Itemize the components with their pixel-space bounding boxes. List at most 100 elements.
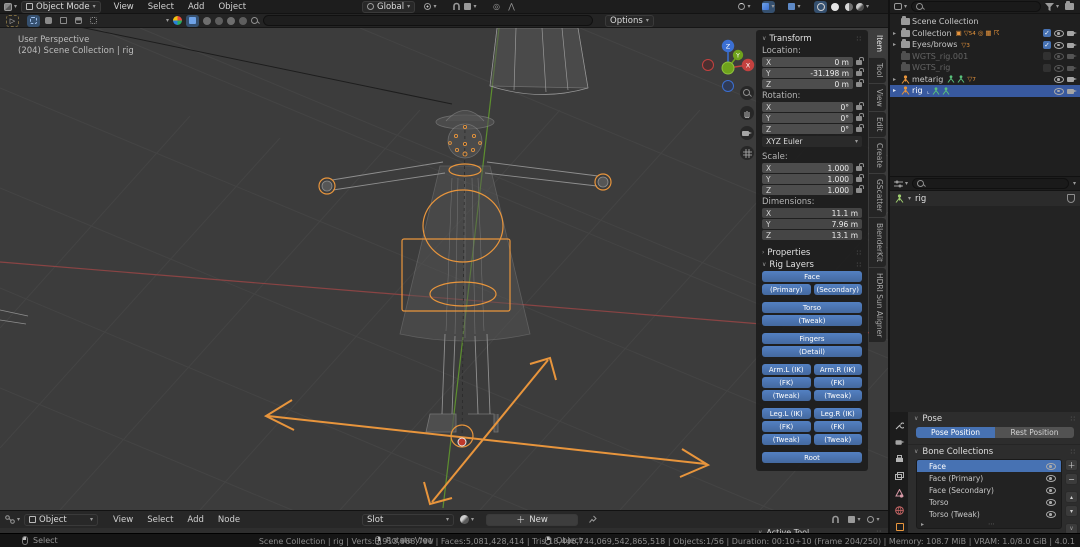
hide-eye-icon[interactable]: [1054, 52, 1064, 60]
rotation-y-field[interactable]: Y0°: [762, 113, 853, 123]
rig-layer-face-secondary[interactable]: (Secondary): [814, 284, 863, 295]
rig-layer-arm-l-fk[interactable]: (FK): [762, 377, 811, 388]
bone-collection-row-face-primary[interactable]: Face (Primary): [917, 472, 1061, 484]
show-gizmo-dropdown[interactable]: ▾: [738, 1, 751, 13]
rig-layer-leg-r-fk[interactable]: (FK): [814, 421, 863, 432]
select-tool-5[interactable]: [87, 15, 100, 27]
lock-icon[interactable]: [856, 177, 862, 182]
outliner-row-wgts-rig-001[interactable]: WGTS_rig.001: [890, 51, 1080, 63]
hide-eye-icon[interactable]: [1054, 29, 1064, 37]
outliner-row-metarig[interactable]: ▸ metarig ▽7: [890, 74, 1080, 86]
exclude-checkbox[interactable]: ✓: [1043, 41, 1051, 49]
disable-render-icon[interactable]: [1067, 64, 1077, 72]
perspective-toggle-button[interactable]: [740, 146, 754, 160]
rig-layer-arm-r-ik[interactable]: Arm.R (IK): [814, 364, 863, 375]
snap-toggle[interactable]: [450, 1, 463, 13]
rotation-x-field[interactable]: X0°: [762, 102, 853, 112]
new-material-button[interactable]: ＋ New: [486, 514, 578, 526]
exclude-checkbox[interactable]: [1043, 52, 1051, 60]
outliner-row-rig[interactable]: ▸ rig ⌞: [890, 85, 1080, 97]
bone-collection-row-torso-tweak[interactable]: Torso (Tweak): [917, 508, 1061, 520]
expand-arrow-icon[interactable]: ▸: [893, 87, 899, 94]
move-down-button[interactable]: ▾: [1065, 505, 1078, 517]
tab-world-props[interactable]: [891, 502, 908, 518]
shading-material-button[interactable]: [842, 1, 855, 13]
visibility-eye-icon[interactable]: [1046, 510, 1056, 518]
rig-layer-leg-l-ik[interactable]: Leg.L (IK): [762, 408, 811, 419]
lock-icon[interactable]: [856, 71, 862, 76]
active-tool-icon[interactable]: ▷: [6, 15, 19, 27]
pan-button[interactable]: [740, 106, 754, 120]
list-resize-grip[interactable]: ⋯: [988, 520, 996, 528]
visibility-eye-icon[interactable]: [1046, 498, 1056, 506]
tab-edit[interactable]: Edit: [869, 112, 886, 137]
bone-collection-row-face-secondary[interactable]: Face (Secondary): [917, 484, 1061, 496]
dim-z-field[interactable]: Z13.1 m: [762, 230, 862, 240]
properties-editor-dropdown[interactable]: ▾: [894, 178, 908, 190]
properties-panel-header[interactable]: ›Properties∷: [762, 247, 862, 259]
outliner-filter-dropdown[interactable]: ▾: [1045, 1, 1059, 13]
asset-brush-icon[interactable]: [215, 17, 223, 25]
lock-icon[interactable]: [856, 60, 862, 65]
rig-layer-arm-l-ik[interactable]: Arm.L (IK): [762, 364, 811, 375]
outliner-row-scene-collection[interactable]: Scene Collection: [890, 16, 1080, 28]
editor-type-dropdown[interactable]: ▾: [4, 1, 17, 13]
xray-toggle-dropdown[interactable]: ▾: [788, 1, 801, 13]
bone-collection-row-face[interactable]: Face: [917, 460, 1061, 472]
tab-hdri-sun-aligner[interactable]: HDRI Sun Aligner: [869, 268, 886, 342]
asset-material-icon[interactable]: [203, 17, 211, 25]
dim-x-field[interactable]: X11.1 m: [762, 208, 862, 218]
zoom-button[interactable]: [740, 86, 754, 100]
rig-layers-panel-header[interactable]: ∨Rig Layers∷: [762, 259, 862, 271]
disable-render-icon[interactable]: [1067, 29, 1077, 37]
proportional-editing-toggle[interactable]: ◎: [490, 1, 503, 13]
tab-view-layer-props[interactable]: [891, 468, 908, 484]
rig-layer-torso[interactable]: Torso: [762, 302, 862, 313]
asset-hdr-icon[interactable]: [227, 17, 235, 25]
scale-y-field[interactable]: Y1.000: [762, 174, 853, 184]
viewport-3d[interactable]: User Perspective (204) Scene Collection …: [0, 28, 888, 510]
navigation-gizmo[interactable]: Z Y X: [698, 34, 760, 92]
datablock-name[interactable]: rig: [915, 194, 926, 204]
node-menu-node[interactable]: Node: [211, 515, 247, 525]
expand-arrow-icon[interactable]: ▸: [893, 30, 899, 37]
disable-render-icon[interactable]: [1067, 75, 1077, 83]
select-tool-2[interactable]: [42, 15, 55, 27]
rest-position-button[interactable]: Rest Position: [995, 427, 1074, 438]
node-overlays-dropdown[interactable]: ▾: [867, 514, 880, 526]
lock-icon[interactable]: [856, 105, 862, 110]
rig-layer-leg-l-tweak[interactable]: (Tweak): [762, 434, 811, 445]
hide-eye-icon[interactable]: [1054, 41, 1064, 49]
pose-position-button[interactable]: Pose Position: [916, 427, 995, 438]
transform-orientation-dropdown[interactable]: Global ▾: [362, 1, 415, 13]
location-x-field[interactable]: X0 m: [762, 57, 853, 67]
remove-collection-button[interactable]: −: [1065, 473, 1078, 485]
visibility-eye-icon[interactable]: [1046, 474, 1056, 482]
lock-icon[interactable]: [856, 188, 862, 193]
add-collection-button[interactable]: ＋: [1065, 459, 1078, 471]
outliner-row-eyes-brows[interactable]: ▸ Eyes/brows ▽3 ✓: [890, 39, 1080, 51]
disable-render-icon[interactable]: [1067, 52, 1077, 60]
menu-object[interactable]: Object: [211, 2, 253, 12]
lock-icon[interactable]: [856, 82, 862, 87]
tab-blenderkit[interactable]: BlenderKit: [869, 218, 886, 267]
bone-collection-row-torso[interactable]: Torso: [917, 496, 1061, 508]
disable-render-icon[interactable]: [1067, 41, 1077, 49]
shading-rendered-button[interactable]: ▾: [856, 1, 869, 13]
select-tool-3[interactable]: [57, 15, 70, 27]
scale-x-field[interactable]: X1.000: [762, 163, 853, 173]
rig-layer-fingers-detail[interactable]: (Detail): [762, 346, 862, 357]
tab-render-props[interactable]: [891, 434, 908, 450]
rotation-mode-dropdown[interactable]: XYZ Euler▾: [762, 136, 862, 147]
blenderkit-logo-icon[interactable]: [173, 16, 182, 25]
visibility-eye-icon[interactable]: [1046, 462, 1056, 470]
expand-arrow-icon[interactable]: ▸: [921, 521, 927, 528]
node-snap-mode-dropdown[interactable]: ▾: [848, 514, 861, 526]
tab-tool[interactable]: Tool: [869, 58, 886, 83]
disable-render-icon[interactable]: [1067, 87, 1077, 95]
node-snap-toggle[interactable]: [829, 514, 842, 526]
exclude-checkbox[interactable]: ✓: [1043, 29, 1051, 37]
tab-view[interactable]: View: [869, 84, 886, 112]
hide-eye-icon[interactable]: [1054, 64, 1064, 72]
scale-z-field[interactable]: Z1.000: [762, 185, 853, 195]
